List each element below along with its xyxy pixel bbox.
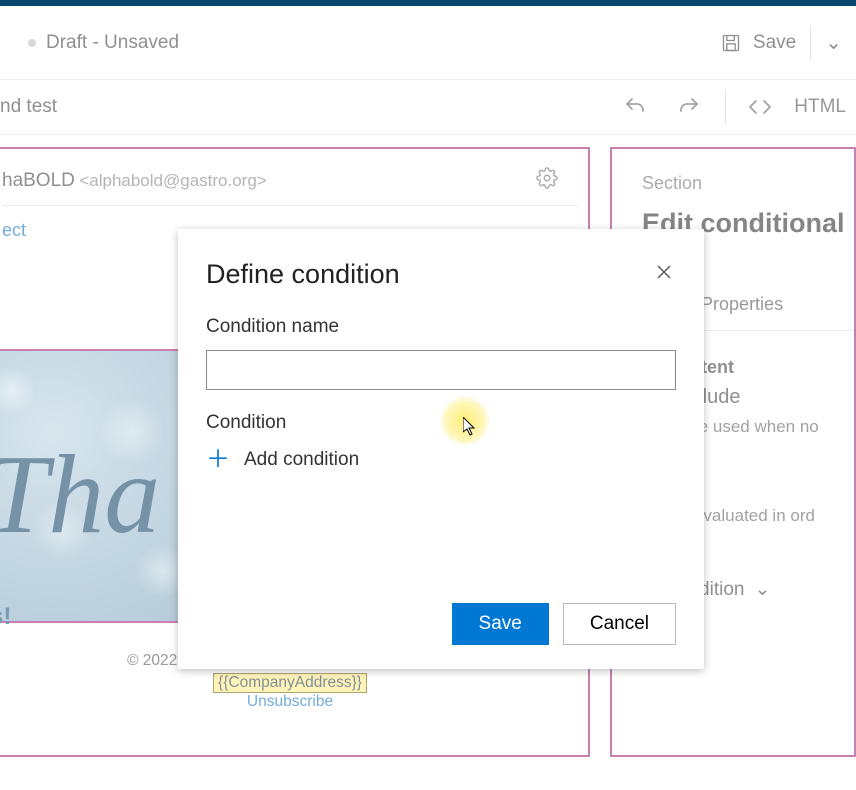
unsubscribe-link[interactable]: Unsubscribe [247,693,333,710]
redo-button[interactable] [671,89,707,125]
dialog-title: Define condition [206,259,400,290]
redo-icon [677,95,701,119]
cancel-button-label: Cancel [590,613,649,635]
draft-status: Draft - Unsaved [28,32,179,54]
subhead-text: s! [0,603,11,631]
close-button[interactable] [652,259,676,290]
html-view-button[interactable] [744,89,776,125]
plus-icon: ＋ [206,448,230,472]
save-button[interactable]: Save [452,603,549,645]
draft-label: Draft - Unsaved [46,32,179,54]
condition-label: Condition [206,412,676,434]
tab-bar: nd test HTML [0,80,856,135]
tab-properties[interactable]: Properties [701,294,783,330]
tab-design-test[interactable]: nd test [0,96,57,118]
undo-button[interactable] [617,89,653,125]
add-condition-button[interactable]: ＋ Add condition [206,448,676,472]
add-condition-text: Add condition [244,449,359,471]
save-group: Save ⌄ [721,26,842,60]
cancel-button[interactable]: Cancel [563,603,676,645]
from-name: haBOLD [2,170,75,191]
save-button[interactable]: Save [721,32,796,54]
save-label: Save [753,32,796,54]
condition-name-input[interactable] [206,350,676,390]
code-icon [748,95,772,119]
save-icon [721,33,741,53]
company-address-token[interactable]: {{CompanyAddress}} [213,673,367,693]
gear-icon[interactable] [536,167,558,195]
html-label: HTML [794,96,846,118]
from-email: <alphabold@gastro.org> [79,171,266,190]
chevron-down-icon[interactable]: ⌄ [825,30,842,55]
undo-icon [623,95,647,119]
header-bar: Draft - Unsaved Save ⌄ [0,6,856,80]
section-label: Section [642,173,854,194]
from-row: haBOLD <alphabold@gastro.org> [2,149,578,206]
unsaved-dot-icon [28,39,36,47]
condition-name-label: Condition name [206,316,676,338]
chevron-down-icon: ⌄ [754,578,770,601]
define-condition-dialog: Define condition Condition name Conditio… [178,229,704,669]
separator [810,26,811,60]
close-icon [656,264,672,280]
save-button-label: Save [479,613,522,635]
hero-script-text: Tha [0,431,160,560]
separator [725,90,726,124]
